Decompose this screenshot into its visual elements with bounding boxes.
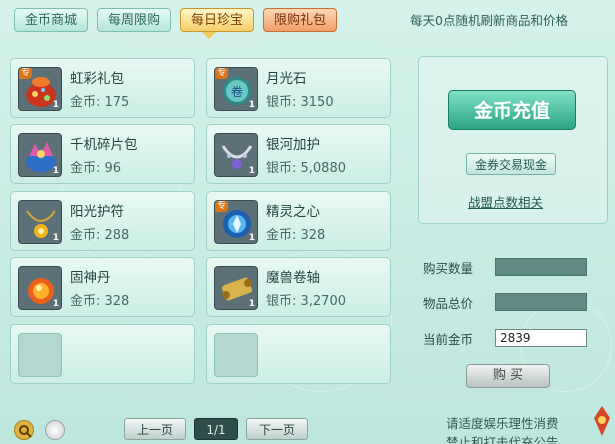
item-price: 金币: 96 [70, 161, 122, 176]
item-quantity: 1 [248, 100, 255, 110]
galaxy-necklace-icon: 1 [214, 133, 258, 177]
total-price-label: 物品总价 [423, 296, 474, 311]
item-quantity: 1 [52, 299, 59, 309]
exclusive-badge: 专 [19, 68, 33, 79]
item-card[interactable]: 1 固神丹 金币: 328 [10, 257, 195, 317]
item-name: 阳光护符 [70, 204, 124, 220]
magnifier-icon[interactable] [14, 420, 34, 440]
item-name: 精灵之心 [266, 204, 320, 220]
item-card[interactable]: 1 银河加护 银币: 5,0880 [206, 124, 391, 184]
tab-weekly-limited[interactable]: 每周限购 [97, 8, 172, 32]
alliance-points-link[interactable]: 战盟点数相关 [468, 192, 543, 211]
item-quantity: 1 [52, 166, 59, 176]
item-price: 银币: 3150 [266, 95, 334, 110]
sun-amulet-icon: 1 [18, 200, 62, 244]
active-tab-indicator [202, 32, 216, 39]
total-price-field [495, 293, 587, 311]
gift-bag-icon: 专 1 [18, 67, 62, 111]
item-name: 虹彩礼包 [70, 71, 124, 87]
item-quantity: 1 [52, 100, 59, 110]
svg-text:卷: 卷 [231, 84, 243, 99]
moderation-notice[interactable]: 请适度娱乐理性消费 [446, 413, 559, 432]
empty-slot [18, 333, 62, 377]
item-card[interactable]: 1 魔兽卷轴 银币: 3,2700 [206, 257, 391, 317]
empty-item-slot [10, 324, 195, 384]
pill-icon: 1 [18, 266, 62, 310]
item-quantity: 1 [248, 233, 255, 243]
coupon-trade-button[interactable]: 金券交易现金 [466, 153, 556, 175]
spirit-heart-icon: 专 1 [214, 200, 258, 244]
item-card[interactable]: 专 1 虹彩礼包 金币: 175 [10, 58, 195, 118]
refresh-notice: 每天0点随机刷新商品和价格 [410, 13, 568, 28]
item-price: 银币: 5,0880 [266, 161, 346, 176]
item-name: 固神丹 [70, 270, 111, 286]
current-gold-value: 2839 [495, 329, 587, 347]
treasure-icon[interactable] [592, 404, 612, 438]
tab-gold-shop[interactable]: 金币商城 [14, 8, 89, 32]
item-card[interactable]: 专 1 精灵之心 金币: 328 [206, 191, 391, 251]
prev-page-button[interactable]: 上一页 [124, 418, 186, 440]
item-quantity: 1 [248, 299, 255, 309]
item-price: 金币: 288 [70, 228, 130, 243]
item-name: 魔兽卷轴 [266, 270, 320, 286]
item-card[interactable]: 1 千机碎片包 金币: 96 [10, 124, 195, 184]
current-gold-label: 当前金币 [423, 332, 474, 347]
item-card[interactable]: 卷 专 1 月光石 银币: 3150 [206, 58, 391, 118]
shop-tabs: 金币商城 每周限购 每日珍宝 限购礼包 [14, 8, 338, 34]
page-indicator: 1/1 [194, 418, 238, 440]
item-price: 银币: 3,2700 [266, 294, 346, 309]
fragment-pack-icon: 1 [18, 133, 62, 177]
tab-daily-treasure[interactable]: 每日珍宝 [180, 8, 255, 32]
moonstone-icon: 卷 专 1 [214, 67, 258, 111]
shop-window: 金币商城 每周限购 每日珍宝 限购礼包 每天0点随机刷新商品和价格 专 1 虹彩… [0, 0, 615, 444]
item-grid: 专 1 虹彩礼包 金币: 175 卷 专 1 月光石 银币: 3150 1 千机… [10, 58, 400, 388]
gold-recharge-button[interactable]: 金币充值 [448, 90, 576, 130]
item-name: 千机碎片包 [70, 137, 138, 153]
item-price: 金币: 175 [70, 95, 130, 110]
empty-item-slot [206, 324, 391, 384]
item-quantity: 1 [52, 233, 59, 243]
item-card[interactable]: 1 阳光护符 金币: 288 [10, 191, 195, 251]
quantity-label: 购买数量 [423, 261, 474, 276]
anti-recharge-notice[interactable]: 禁止和打击代充公告 [446, 432, 559, 444]
exclusive-badge: 专 [215, 68, 229, 79]
item-price: 金币: 328 [70, 294, 130, 309]
exclusive-badge: 专 [215, 201, 229, 212]
buy-button[interactable]: 购 买 [466, 364, 550, 388]
item-name: 银河加护 [266, 137, 320, 153]
item-name: 月光石 [266, 71, 307, 87]
quantity-input[interactable] [495, 258, 587, 276]
next-page-button[interactable]: 下一页 [246, 418, 308, 440]
item-quantity: 1 [248, 166, 255, 176]
pearl-icon[interactable] [45, 420, 65, 440]
tab-limited-gift[interactable]: 限购礼包 [263, 8, 338, 32]
empty-slot [214, 333, 258, 377]
item-price: 金币: 328 [266, 228, 326, 243]
scroll-icon: 1 [214, 266, 258, 310]
